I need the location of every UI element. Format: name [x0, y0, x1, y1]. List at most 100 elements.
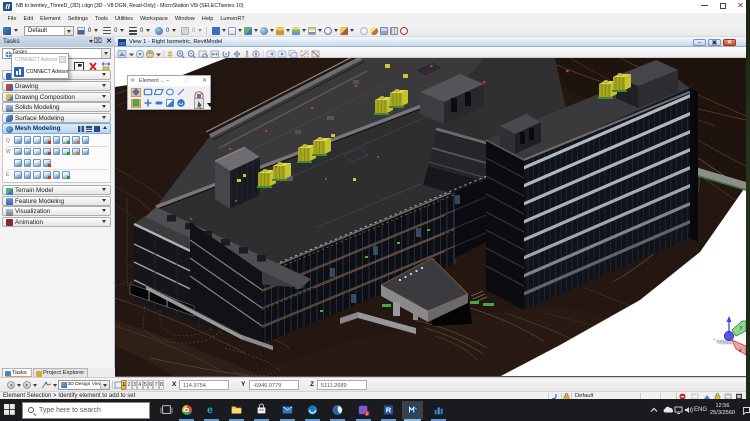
- menu-item-0[interactable]: File: [4, 13, 20, 25]
- transparency-dropdown-icon[interactable]: [172, 29, 176, 32]
- chevron-icon-2[interactable]: [102, 95, 106, 98]
- level-dropdown[interactable]: [64, 27, 73, 35]
- mesh-tool[interactable]: [14, 148, 22, 156]
- method-shape-button[interactable]: [154, 88, 164, 97]
- mode-new-button[interactable]: [131, 99, 141, 108]
- view-restore-button[interactable]: ▣: [708, 39, 721, 46]
- view-group-combo[interactable]: 3D Design Views: [58, 380, 110, 390]
- forward-dropdown-icon[interactable]: [33, 384, 37, 387]
- line-weight-icon[interactable]: [129, 27, 137, 35]
- raster-dropdown-icon[interactable]: [254, 29, 258, 32]
- cancel-icon[interactable]: [400, 27, 408, 35]
- view-group-combo-dropdown[interactable]: [100, 381, 109, 389]
- table-icon[interactable]: [380, 27, 388, 35]
- cells-icon[interactable]: [324, 27, 332, 35]
- mesh-tool[interactable]: [43, 159, 51, 167]
- dialog-minimize-icon[interactable]: –: [166, 78, 169, 84]
- chrome-icon[interactable]: [176, 401, 197, 419]
- mesh-tool[interactable]: [72, 148, 80, 156]
- mesh-tool[interactable]: [33, 171, 41, 179]
- popset-icon[interactable]: [340, 27, 348, 35]
- taskbar-clock[interactable]: 12:56 25/3/2560: [706, 403, 739, 418]
- mesh-tool[interactable]: [53, 136, 61, 144]
- menu-item-1[interactable]: Edit: [20, 13, 37, 25]
- search-icon[interactable]: [370, 27, 378, 35]
- dialog-close-icon[interactable]: ✕: [202, 78, 207, 84]
- saved-views-dropdown-icon[interactable]: [286, 29, 290, 32]
- view-minimize-button[interactable]: –: [693, 39, 706, 46]
- file-explorer-icon[interactable]: [226, 401, 247, 419]
- point-clouds-dropdown-icon[interactable]: [270, 29, 274, 32]
- element-dialog-titlebar[interactable]: ✥ Element ... – □ ✕: [128, 76, 210, 86]
- chevron-icon-6[interactable]: [102, 188, 106, 191]
- active-model-label[interactable]: Default: [575, 393, 593, 399]
- menu-item-9[interactable]: LumenRT: [217, 13, 248, 25]
- mesh-tool[interactable]: [33, 136, 41, 144]
- menu-item-8[interactable]: Help: [198, 13, 217, 25]
- panel-view-icon[interactable]: [94, 126, 100, 132]
- edge-icon[interactable]: e: [201, 401, 222, 419]
- mesh-tool[interactable]: [62, 148, 70, 156]
- mesh-tool[interactable]: [43, 171, 51, 179]
- onedrive-icon[interactable]: [662, 406, 674, 416]
- line-style-icon[interactable]: [103, 27, 111, 35]
- mode-add-button[interactable]: [143, 99, 153, 108]
- mesh-tool[interactable]: [62, 171, 70, 179]
- priority-dropdown-icon[interactable]: [198, 29, 202, 32]
- view-window-title-bar[interactable]: View 1 - Right Isometric, RevitModel – ▣…: [115, 37, 746, 47]
- close-icon[interactable]: ✕: [106, 38, 112, 46]
- mesh-tool[interactable]: [14, 159, 22, 167]
- taskbar-search[interactable]: Type here to search: [22, 402, 150, 419]
- priority-icon[interactable]: [181, 27, 189, 35]
- element-selection-dialog[interactable]: ✥ Element ... – □ ✕: [127, 75, 211, 110]
- task-section-2[interactable]: Drawing Composition: [2, 92, 111, 102]
- section-view-mode-icons[interactable]: [78, 125, 108, 133]
- expand-arrow-icon[interactable]: [207, 103, 213, 107]
- models-dropdown-icon[interactable]: [222, 29, 226, 32]
- forward-button[interactable]: [23, 381, 31, 389]
- color-dropdown-icon[interactable]: [94, 29, 98, 32]
- analytics-icon[interactable]: [428, 401, 449, 419]
- template-dropdown-icon[interactable]: [14, 29, 18, 32]
- mode-clear-button[interactable]: [176, 99, 186, 108]
- mesh-tool[interactable]: [24, 159, 32, 167]
- chevron-icon-0[interactable]: [102, 73, 106, 76]
- method-line-button[interactable]: [176, 88, 186, 97]
- transparency-icon[interactable]: [155, 27, 163, 35]
- cells-dropdown-icon[interactable]: [334, 29, 338, 32]
- menu-item-5[interactable]: Utilities: [111, 13, 136, 25]
- mail-icon[interactable]: [277, 401, 298, 419]
- mesh-tool[interactable]: [14, 171, 22, 179]
- z-coordinate-field[interactable]: 5111.2689: [317, 380, 367, 390]
- menu-item-4[interactable]: Tools: [91, 13, 111, 25]
- tasks-panel-header[interactable]: Tasks ⌧ ✕: [0, 37, 115, 47]
- menu-item-2[interactable]: Element: [37, 13, 65, 25]
- menu-item-3[interactable]: Settings: [64, 13, 91, 25]
- method-block-button[interactable]: [143, 88, 153, 97]
- menu-item-7[interactable]: Window: [171, 13, 198, 25]
- method-circle-button[interactable]: [165, 88, 175, 97]
- task-section-1[interactable]: Drawing: [2, 81, 111, 91]
- tab-tasks[interactable]: Tasks: [2, 368, 32, 377]
- tab-project-explorer[interactable]: Project Explorer: [33, 368, 88, 377]
- view-close-button[interactable]: ✕: [723, 39, 736, 46]
- view-toggle-7[interactable]: 8: [159, 380, 164, 390]
- maximize-button[interactable]: [714, 0, 731, 12]
- task-section-6[interactable]: Terrain Model: [2, 185, 111, 195]
- chevron-down-icon[interactable]: [89, 40, 93, 43]
- mesh-tool[interactable]: [72, 136, 80, 144]
- x-coordinate-field[interactable]: 114.9754: [179, 380, 229, 390]
- teams-icon[interactable]: 2: [353, 401, 374, 419]
- references-dropdown-icon[interactable]: [238, 29, 242, 32]
- moon-app-icon[interactable]: [327, 401, 348, 419]
- mesh-tool[interactable]: [24, 136, 32, 144]
- chevron-icon-8[interactable]: [102, 209, 106, 212]
- mesh-tool[interactable]: [43, 136, 51, 144]
- method-individual-button[interactable]: [131, 88, 141, 97]
- line-weight-dropdown-icon[interactable]: [146, 29, 150, 32]
- grid-icon[interactable]: [390, 27, 398, 35]
- saved-views-icon[interactable]: [276, 27, 284, 35]
- mesh-tool[interactable]: [43, 148, 51, 156]
- line-style-dropdown-icon[interactable]: [120, 29, 124, 32]
- level-display-icon[interactable]: [308, 27, 316, 35]
